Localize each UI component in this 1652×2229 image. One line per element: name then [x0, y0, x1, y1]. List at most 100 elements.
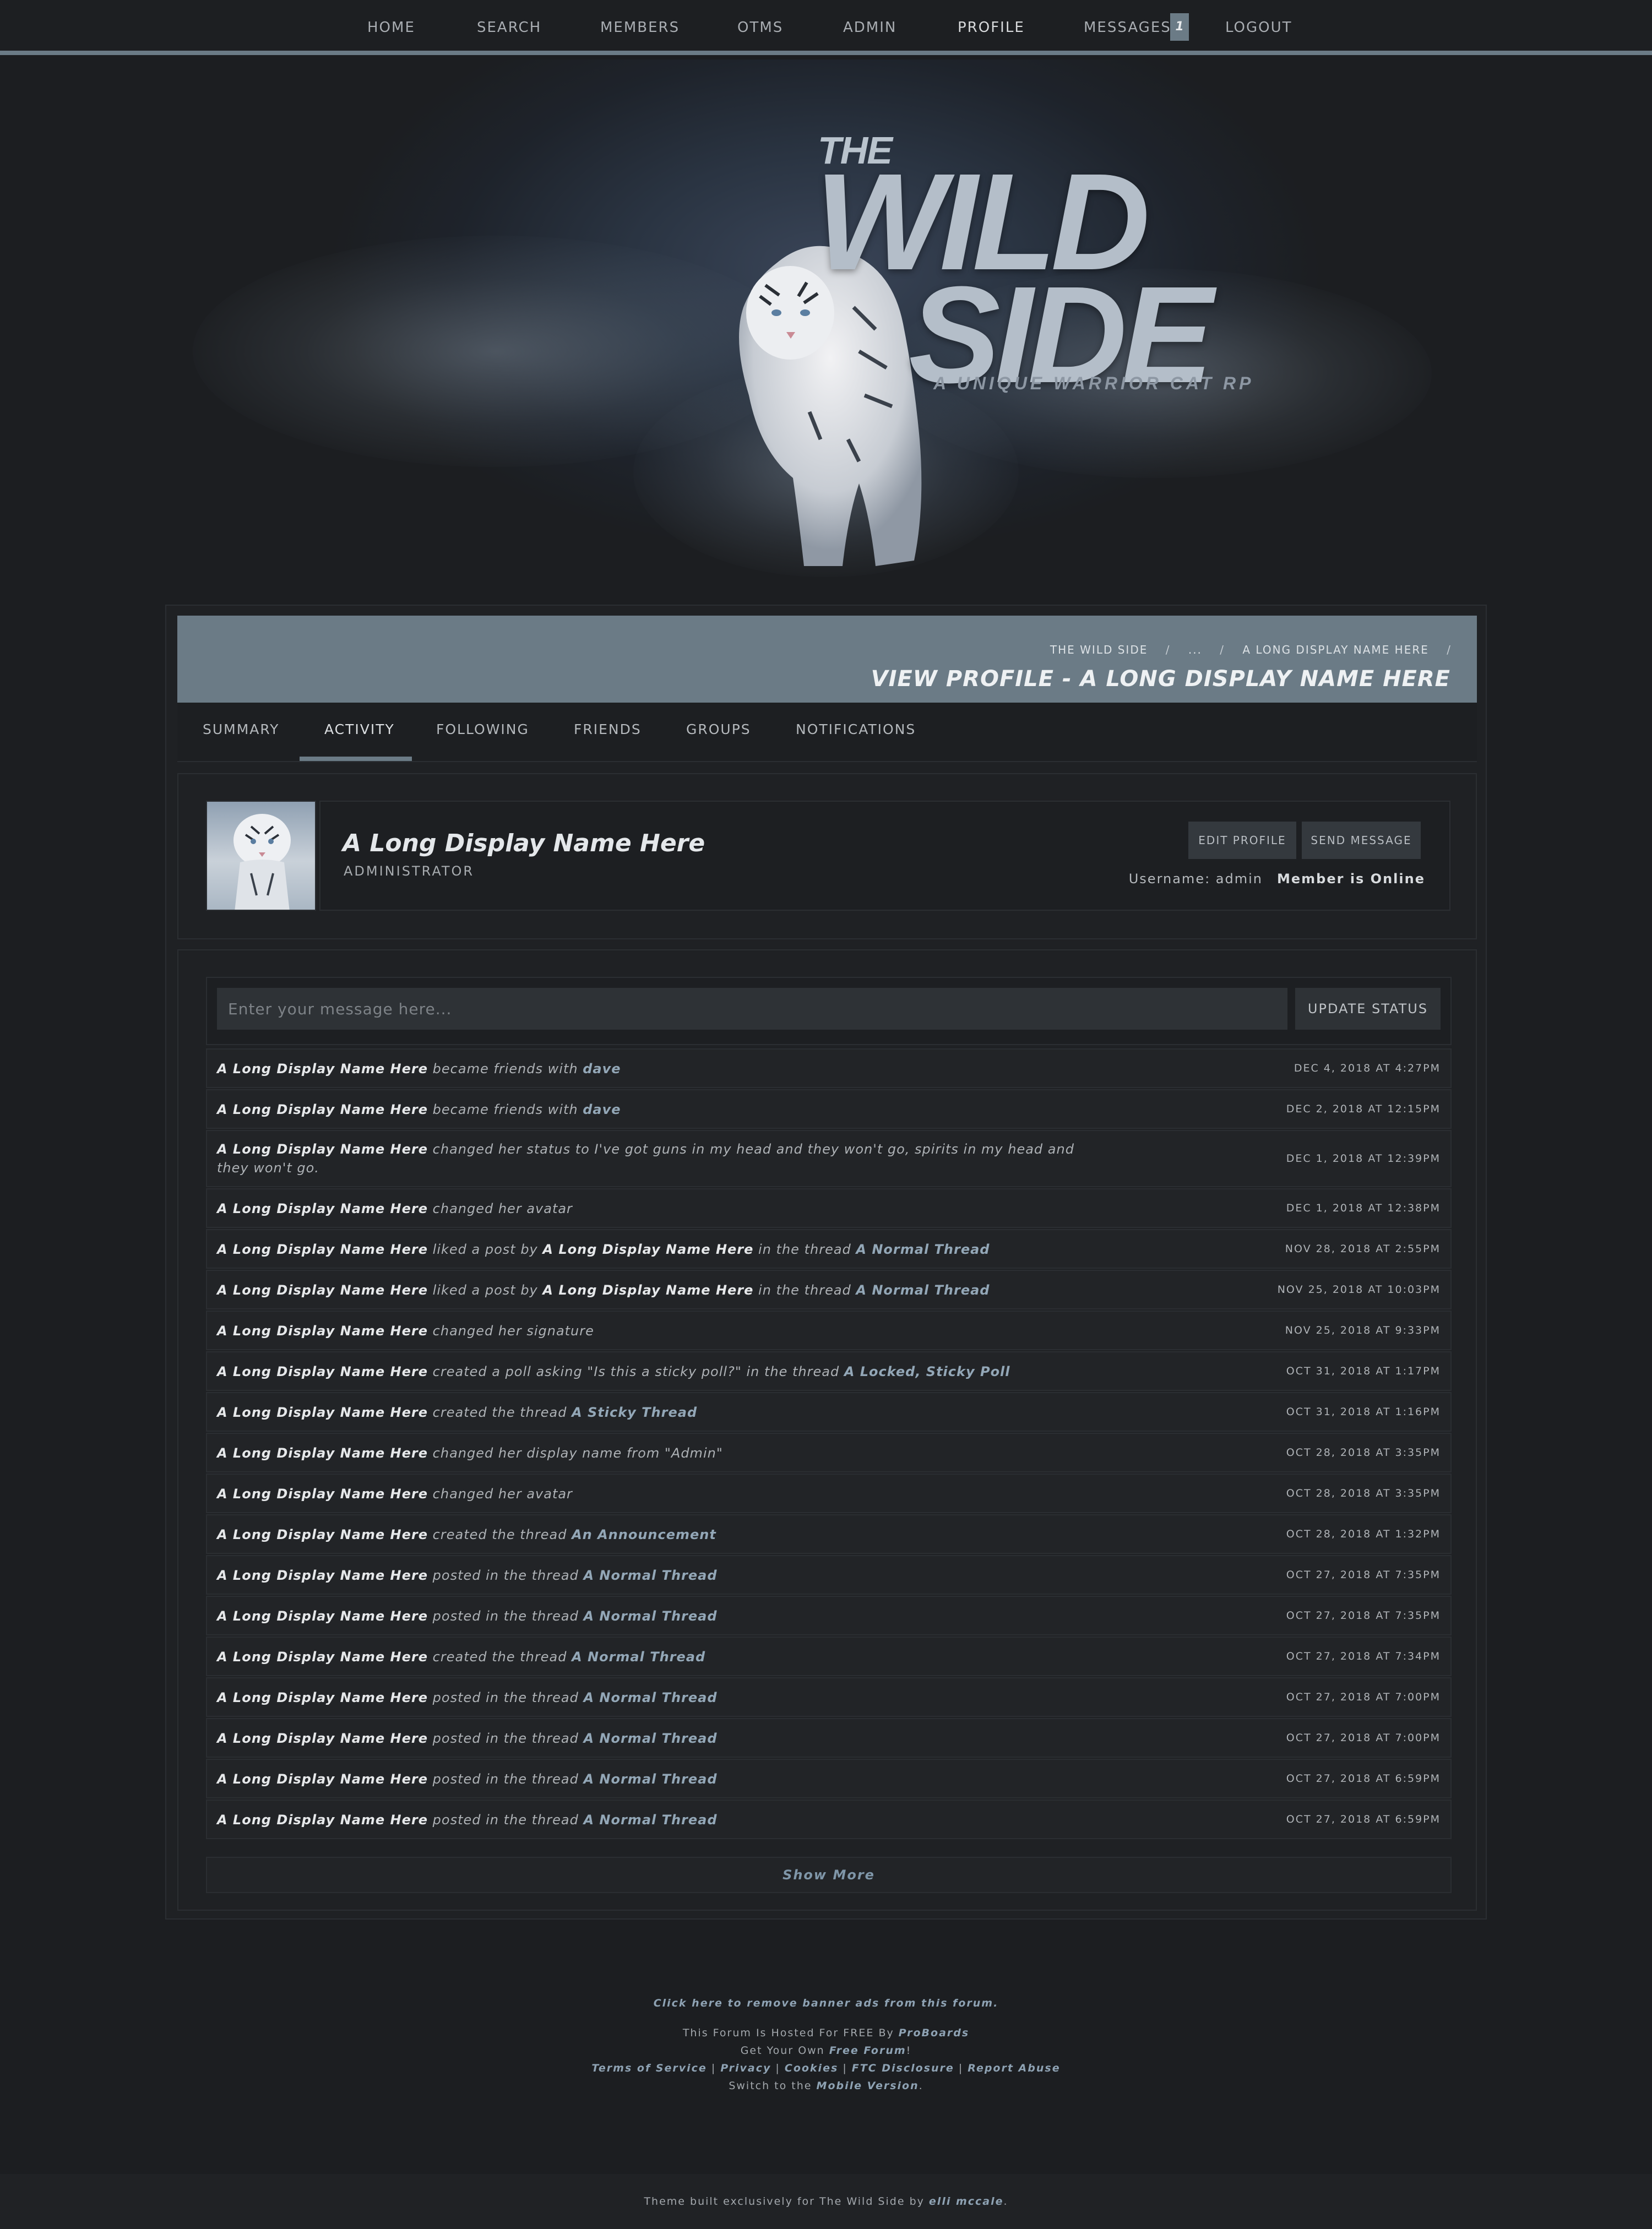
activity-actor-link[interactable]: A Long Display Name Here [217, 1061, 428, 1077]
logo-tagline: A UNIQUE WARRIOR CAT RP [933, 373, 1254, 393]
nav-members[interactable]: MEMBERS [600, 17, 680, 39]
cookies-link[interactable]: Cookies [785, 2062, 838, 2074]
activity-actor-link[interactable]: A Long Display Name Here [542, 1282, 753, 1298]
activity-actor-link[interactable]: A Long Display Name Here [217, 1141, 428, 1157]
free-forum-link[interactable]: Free Forum [829, 2045, 906, 2057]
activity-target-link[interactable]: A Locked, Sticky Poll [844, 1364, 1010, 1379]
activity-actor-link[interactable]: A Long Display Name Here [217, 1323, 428, 1339]
nav-messages[interactable]: MESSAGES [1084, 17, 1171, 39]
theme-author-link[interactable]: elli mccale [929, 2195, 1004, 2208]
activity-action: posted in the thread [428, 1812, 584, 1828]
proboards-link[interactable]: ProBoards [899, 2027, 969, 2039]
tab-notifications[interactable]: NOTIFICATIONS [796, 721, 916, 737]
nav-home[interactable]: HOME [367, 17, 415, 39]
report-abuse-link[interactable]: Report Abuse [968, 2062, 1060, 2074]
activity-text: A Long Display Name Here created the thr… [217, 1403, 1098, 1422]
remove-ads-link[interactable]: Click here to remove banner ads from thi… [0, 1997, 1652, 2009]
activity-target-link[interactable]: A Normal Thread [572, 1649, 705, 1665]
activity-text: A Long Display Name Here posted in the t… [217, 1607, 1098, 1625]
activity-timestamp: OCT 27, 2018 AT 7:35PM [1286, 1610, 1441, 1622]
activity-actor-link[interactable]: A Long Display Name Here [217, 1364, 428, 1379]
legal-links: Terms of Service | Privacy | Cookies | F… [0, 2059, 1652, 2077]
activity-action: created the thread [428, 1649, 572, 1665]
activity-target-link[interactable]: A Normal Thread [583, 1568, 717, 1583]
privacy-link[interactable]: Privacy [720, 2062, 771, 2074]
activity-actor-link[interactable]: A Long Display Name Here [217, 1405, 428, 1420]
activity-target-link[interactable]: A Normal Thread [583, 1731, 717, 1746]
activity-actor-link[interactable]: A Long Display Name Here [217, 1282, 428, 1298]
breadcrumb-ellipsis[interactable]: ... [1188, 643, 1202, 656]
activity-text: A Long Display Name Here posted in the t… [217, 1566, 1098, 1585]
credit-text: Theme built exclusively for The Wild Sid… [644, 2195, 929, 2208]
activity-actor-link[interactable]: A Long Display Name Here [217, 1242, 428, 1257]
show-more-button[interactable]: Show More [206, 1857, 1452, 1893]
tab-following[interactable]: FOLLOWING [436, 721, 529, 737]
activity-actor-link[interactable]: A Long Display Name Here [217, 1608, 428, 1624]
breadcrumb-profile[interactable]: A LONG DISPLAY NAME HERE [1242, 643, 1429, 656]
activity-text: A Long Display Name Here posted in the t… [217, 1688, 1098, 1707]
activity-timestamp: OCT 28, 2018 AT 3:35PM [1286, 1487, 1441, 1499]
link-separator: | [954, 2062, 968, 2074]
footer-info: This Forum Is Hosted For FREE By ProBoar… [0, 2024, 1652, 2095]
activity-target-link[interactable]: A Normal Thread [583, 1690, 717, 1705]
activity-target-link[interactable]: An Announcement [572, 1527, 716, 1542]
activity-actor-link[interactable]: A Long Display Name Here [217, 1649, 428, 1665]
tab-friends[interactable]: FRIENDS [574, 721, 642, 737]
activity-actor-link[interactable]: A Long Display Name Here [217, 1690, 428, 1705]
username-status-line: Username: admin Member is Online [1129, 871, 1425, 887]
activity-actor-link[interactable]: A Long Display Name Here [217, 1568, 428, 1583]
activity-actor-link[interactable]: A Long Display Name Here [217, 1812, 428, 1828]
activity-row: A Long Display Name Here posted in the t… [206, 1677, 1452, 1717]
activity-target-link[interactable]: A Sticky Thread [572, 1405, 697, 1420]
activity-row: A Long Display Name Here changed her sig… [206, 1311, 1452, 1350]
activity-actor-link[interactable]: A Long Display Name Here [217, 1527, 428, 1542]
activity-target-link[interactable]: dave [583, 1102, 621, 1117]
activity-actor-link[interactable]: A Long Display Name Here [217, 1201, 428, 1216]
activity-timestamp: OCT 31, 2018 AT 1:16PM [1286, 1406, 1441, 1418]
activity-text: A Long Display Name Here changed her sig… [217, 1322, 1098, 1340]
activity-timestamp: OCT 27, 2018 AT 7:00PM [1286, 1732, 1441, 1744]
terms-link[interactable]: Terms of Service [591, 2062, 707, 2074]
profile-tabs: SUMMARY ACTIVITY FOLLOWING FRIENDS GROUP… [177, 703, 1477, 762]
activity-action: in the thread [753, 1282, 856, 1298]
edit-profile-button[interactable]: EDIT PROFILE [1188, 822, 1296, 859]
activity-row: A Long Display Name Here created the thr… [206, 1514, 1452, 1554]
activity-target-link[interactable]: A Normal Thread [583, 1812, 717, 1828]
activity-target-link[interactable]: A Normal Thread [583, 1771, 717, 1787]
activity-target-link[interactable]: A Normal Thread [856, 1242, 990, 1257]
activity-actor-link[interactable]: A Long Display Name Here [217, 1486, 428, 1502]
activity-actor-link[interactable]: A Long Display Name Here [217, 1445, 428, 1461]
activity-target-link[interactable]: dave [583, 1061, 621, 1077]
activity-row: A Long Display Name Here created a poll … [206, 1351, 1452, 1391]
activity-text: A Long Display Name Here changed her dis… [217, 1444, 1098, 1463]
breadcrumb-home[interactable]: THE WILD SIDE [1050, 643, 1148, 656]
own-text: Get Your Own [740, 2045, 829, 2057]
activity-actor-link[interactable]: A Long Display Name Here [217, 1102, 428, 1117]
messages-count-badge[interactable]: 1 [1170, 13, 1189, 41]
activity-actor-link[interactable]: A Long Display Name Here [217, 1771, 428, 1787]
activity-target-link[interactable]: A Normal Thread [856, 1282, 990, 1298]
activity-action: liked a post by [428, 1242, 543, 1257]
profile-display-name: A Long Display Name Here [343, 829, 705, 857]
tab-groups[interactable]: GROUPS [686, 721, 751, 737]
tab-summary[interactable]: SUMMARY [203, 721, 279, 737]
mobile-text: Switch to the [729, 2080, 817, 2092]
update-status-button[interactable]: UPDATE STATUS [1295, 988, 1441, 1030]
nav-otms[interactable]: OTMS [737, 17, 783, 39]
activity-actor-link[interactable]: A Long Display Name Here [217, 1731, 428, 1746]
send-message-button[interactable]: SEND MESSAGE [1302, 822, 1421, 859]
activity-timestamp: OCT 31, 2018 AT 1:17PM [1286, 1365, 1441, 1377]
nav-logout[interactable]: LOGOUT [1225, 17, 1292, 39]
nav-search[interactable]: SEARCH [477, 17, 541, 39]
nav-admin[interactable]: ADMIN [843, 17, 896, 39]
nav-profile[interactable]: PROFILE [958, 17, 1025, 39]
tab-activity[interactable]: ACTIVITY [324, 721, 395, 737]
forum-banner[interactable]: THE WILD SIDE A UNIQUE WARRIOR CAT RP [0, 59, 1652, 605]
activity-target-link[interactable]: A Normal Thread [583, 1608, 717, 1624]
activity-actor-link[interactable]: A Long Display Name Here [542, 1242, 753, 1257]
avatar[interactable] [206, 801, 316, 911]
activity-row: A Long Display Name Here posted in the t… [206, 1596, 1452, 1635]
mobile-version-link[interactable]: Mobile Version [817, 2080, 919, 2092]
status-input[interactable] [217, 988, 1287, 1030]
ftc-link[interactable]: FTC Disclosure [852, 2062, 954, 2074]
